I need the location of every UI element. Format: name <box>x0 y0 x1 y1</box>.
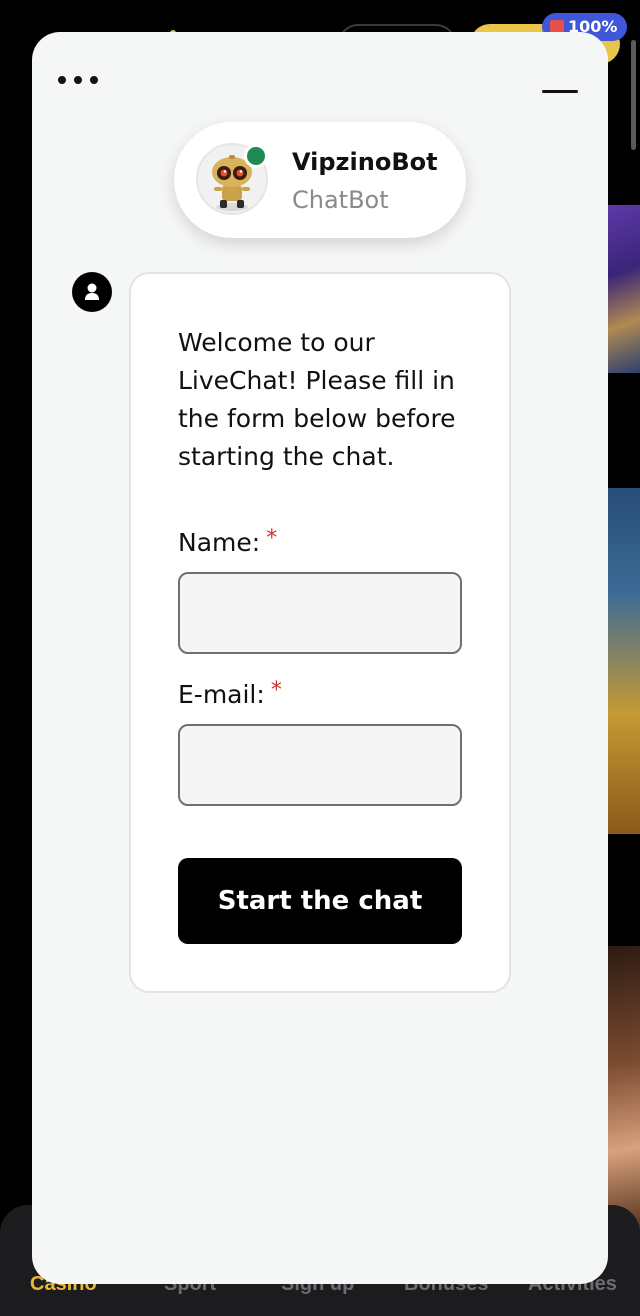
agent-role: ChatBot <box>292 186 389 214</box>
agent-card: VipzinoBot ChatBot <box>174 122 466 238</box>
email-field-label: E-mail: * <box>178 678 282 709</box>
name-input[interactable] <box>178 572 462 654</box>
dot <box>90 76 98 84</box>
dot <box>74 76 82 84</box>
user-icon <box>72 272 112 312</box>
required-marker: * <box>266 526 278 551</box>
name-field-label: Name: * <box>178 526 277 557</box>
game-thumbnail[interactable] <box>606 488 640 834</box>
name-label-text: Name: <box>178 528 261 557</box>
minimize-bar <box>542 90 578 93</box>
dot <box>58 76 66 84</box>
game-thumbnail[interactable] <box>606 205 640 373</box>
more-dots-icon[interactable] <box>58 68 104 92</box>
email-label-text: E-mail: <box>178 680 265 709</box>
minimize-icon[interactable] <box>540 82 580 102</box>
agent-name: VipzinoBot <box>292 148 438 176</box>
online-status-dot <box>244 144 268 168</box>
required-marker: * <box>270 678 282 703</box>
scrollbar[interactable] <box>631 40 636 150</box>
welcome-message: Welcome to our LiveChat! Please fill in … <box>178 328 456 471</box>
game-thumbnail[interactable] <box>606 946 640 1236</box>
page: 100% Casino Sport Sign up Bonuses Activi… <box>0 0 640 1316</box>
email-input[interactable] <box>178 724 462 806</box>
start-chat-button[interactable]: Start the chat <box>178 858 462 944</box>
